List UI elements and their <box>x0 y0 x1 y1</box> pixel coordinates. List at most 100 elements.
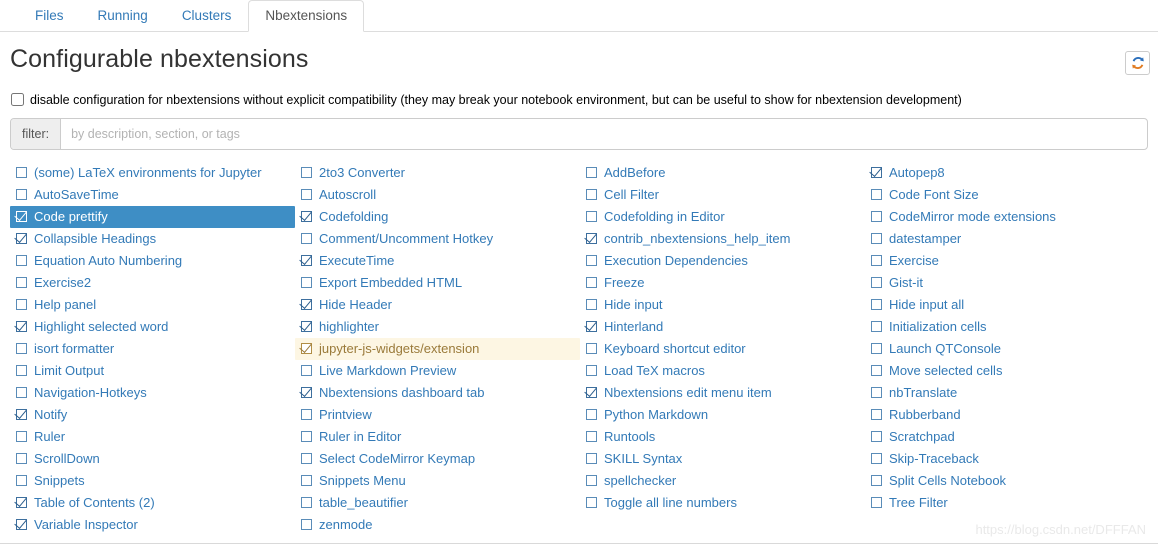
checkbox-unchecked-icon[interactable] <box>15 188 28 201</box>
checkbox-unchecked-icon[interactable] <box>585 166 598 179</box>
checkbox-unchecked-icon[interactable] <box>300 408 313 421</box>
checkbox-checked-icon[interactable] <box>15 408 28 421</box>
checkbox-unchecked-icon[interactable] <box>15 474 28 487</box>
checkbox-unchecked-icon[interactable] <box>15 430 28 443</box>
extension-row[interactable]: Cell Filter <box>580 184 865 206</box>
extension-row[interactable]: Live Markdown Preview <box>295 360 580 382</box>
checkbox-checked-icon[interactable] <box>15 210 28 223</box>
checkbox-checked-icon[interactable] <box>300 386 313 399</box>
checkbox-unchecked-icon[interactable] <box>870 474 883 487</box>
checkbox-checked-icon[interactable] <box>15 232 28 245</box>
checkbox-unchecked-icon[interactable] <box>15 298 28 311</box>
extension-row[interactable]: contrib_nbextensions_help_item <box>580 228 865 250</box>
filter-input[interactable] <box>61 118 1147 149</box>
checkbox-unchecked-icon[interactable] <box>870 254 883 267</box>
checkbox-unchecked-icon[interactable] <box>15 276 28 289</box>
checkbox-unchecked-icon[interactable] <box>15 166 28 179</box>
checkbox-unchecked-icon[interactable] <box>300 232 313 245</box>
extension-row[interactable]: Codefolding <box>295 206 580 228</box>
checkbox-checked-icon[interactable] <box>15 518 28 531</box>
checkbox-checked-icon[interactable] <box>300 342 313 355</box>
checkbox-checked-icon[interactable] <box>585 386 598 399</box>
extension-row[interactable]: Export Embedded HTML <box>295 272 580 294</box>
checkbox-unchecked-icon[interactable] <box>15 386 28 399</box>
extension-row[interactable]: Variable Inspector <box>10 514 295 536</box>
checkbox-unchecked-icon[interactable] <box>585 188 598 201</box>
extension-row[interactable]: Select CodeMirror Keymap <box>295 448 580 470</box>
checkbox-unchecked-icon[interactable] <box>300 276 313 289</box>
extension-row[interactable]: Codefolding in Editor <box>580 206 865 228</box>
checkbox-unchecked-icon[interactable] <box>585 254 598 267</box>
checkbox-unchecked-icon[interactable] <box>15 342 28 355</box>
checkbox-checked-icon[interactable] <box>300 320 313 333</box>
extension-row[interactable]: isort formatter <box>10 338 295 360</box>
extension-row[interactable]: Hide input all <box>865 294 1150 316</box>
extension-row[interactable]: Execution Dependencies <box>580 250 865 272</box>
extension-row[interactable]: Runtools <box>580 426 865 448</box>
extension-row[interactable]: Hide input <box>580 294 865 316</box>
checkbox-checked-icon[interactable] <box>300 298 313 311</box>
extension-row[interactable]: Load TeX macros <box>580 360 865 382</box>
extension-row[interactable]: Autoscroll <box>295 184 580 206</box>
checkbox-unchecked-icon[interactable] <box>585 342 598 355</box>
extension-row[interactable]: CodeMirror mode extensions <box>865 206 1150 228</box>
checkbox-unchecked-icon[interactable] <box>870 210 883 223</box>
extension-row[interactable]: Equation Auto Numbering <box>10 250 295 272</box>
checkbox-unchecked-icon[interactable] <box>870 232 883 245</box>
extension-row[interactable]: Nbextensions edit menu item <box>580 382 865 404</box>
extension-row[interactable]: Nbextensions dashboard tab <box>295 382 580 404</box>
extension-row[interactable]: Rubberband <box>865 404 1150 426</box>
extension-row[interactable]: Scratchpad <box>865 426 1150 448</box>
tab-clusters[interactable]: Clusters <box>165 0 249 32</box>
checkbox-unchecked-icon[interactable] <box>870 430 883 443</box>
extension-row[interactable]: Ruler in Editor <box>295 426 580 448</box>
checkbox-checked-icon[interactable] <box>300 254 313 267</box>
extension-row[interactable]: Skip-Traceback <box>865 448 1150 470</box>
extension-row[interactable]: Ruler <box>10 426 295 448</box>
extension-row[interactable]: Tree Filter <box>865 492 1150 514</box>
extension-row[interactable]: Printview <box>295 404 580 426</box>
extension-row[interactable]: (some) LaTeX environments for Jupyter <box>10 162 295 184</box>
checkbox-unchecked-icon[interactable] <box>15 254 28 267</box>
extension-row[interactable]: Keyboard shortcut editor <box>580 338 865 360</box>
checkbox-checked-icon[interactable] <box>585 320 598 333</box>
tab-files[interactable]: Files <box>18 0 81 32</box>
checkbox-unchecked-icon[interactable] <box>870 386 883 399</box>
checkbox-unchecked-icon[interactable] <box>870 496 883 509</box>
extension-row[interactable]: Help panel <box>10 294 295 316</box>
checkbox-unchecked-icon[interactable] <box>870 188 883 201</box>
checkbox-checked-icon[interactable] <box>300 210 313 223</box>
extension-row[interactable]: Freeze <box>580 272 865 294</box>
checkbox-unchecked-icon[interactable] <box>585 298 598 311</box>
checkbox-unchecked-icon[interactable] <box>300 188 313 201</box>
extension-row[interactable]: Move selected cells <box>865 360 1150 382</box>
checkbox-unchecked-icon[interactable] <box>300 430 313 443</box>
checkbox-unchecked-icon[interactable] <box>300 452 313 465</box>
extension-row[interactable]: ExecuteTime <box>295 250 580 272</box>
checkbox-unchecked-icon[interactable] <box>15 452 28 465</box>
extension-row[interactable]: AutoSaveTime <box>10 184 295 206</box>
tab-running[interactable]: Running <box>81 0 165 32</box>
checkbox-unchecked-icon[interactable] <box>585 276 598 289</box>
extension-row[interactable]: datestamper <box>865 228 1150 250</box>
checkbox-unchecked-icon[interactable] <box>585 408 598 421</box>
extension-row[interactable]: Hide Header <box>295 294 580 316</box>
extension-row[interactable]: highlighter <box>295 316 580 338</box>
extension-row[interactable]: Toggle all line numbers <box>580 492 865 514</box>
extension-row[interactable]: Limit Output <box>10 360 295 382</box>
checkbox-unchecked-icon[interactable] <box>300 496 313 509</box>
checkbox-unchecked-icon[interactable] <box>870 320 883 333</box>
checkbox-unchecked-icon[interactable] <box>300 166 313 179</box>
checkbox-checked-icon[interactable] <box>585 232 598 245</box>
extension-row[interactable]: Initialization cells <box>865 316 1150 338</box>
checkbox-unchecked-icon[interactable] <box>870 276 883 289</box>
checkbox-unchecked-icon[interactable] <box>585 430 598 443</box>
checkbox-unchecked-icon[interactable] <box>585 474 598 487</box>
extension-row[interactable]: Snippets Menu <box>295 470 580 492</box>
extension-row[interactable]: Navigation-Hotkeys <box>10 382 295 404</box>
checkbox-unchecked-icon[interactable] <box>300 474 313 487</box>
extension-row[interactable]: AddBefore <box>580 162 865 184</box>
extension-row[interactable]: 2to3 Converter <box>295 162 580 184</box>
extension-row[interactable]: zenmode <box>295 514 580 536</box>
extension-row[interactable]: nbTranslate <box>865 382 1150 404</box>
